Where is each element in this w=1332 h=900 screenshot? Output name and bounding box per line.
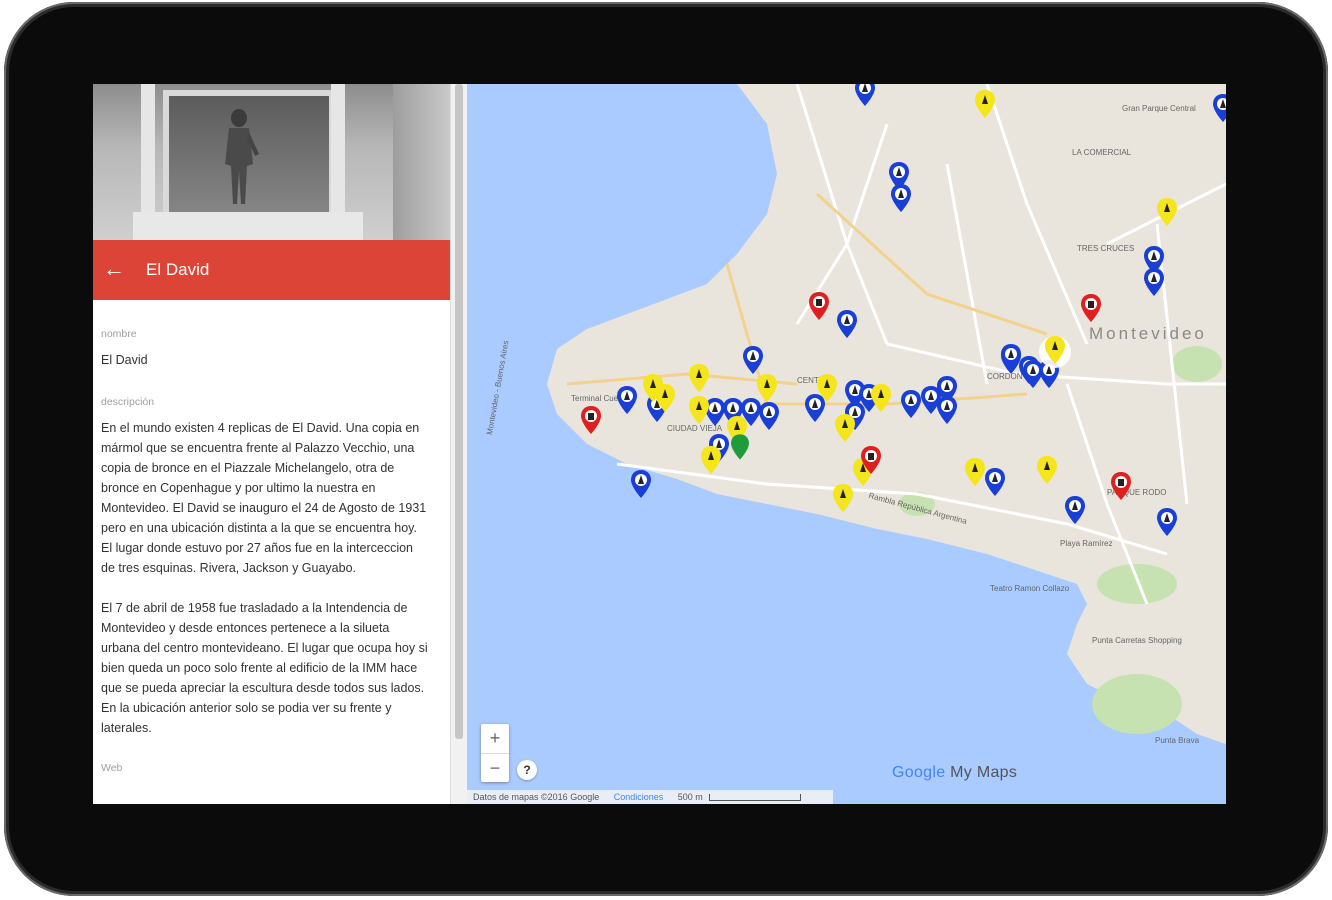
map-label: PARQUE RODO <box>1107 488 1167 497</box>
city-label: Montevideo <box>1089 324 1207 343</box>
map-label: LA COMERCIAL <box>1072 148 1132 157</box>
place-photo <box>93 84 450 240</box>
map-canvas <box>467 84 1226 804</box>
map-label: Teatro Ramon Collazo <box>990 584 1070 593</box>
terms-link[interactable]: Condiciones <box>614 792 664 802</box>
map-label: Terminal Cuelle <box>571 394 627 403</box>
description-paragraph: El 7 de abril de 1958 fue trasladado a l… <box>101 601 428 735</box>
map-label: CENTRO <box>797 376 831 385</box>
map-attribution: Datos de mapas ©2016 Google Condiciones … <box>467 790 833 804</box>
help-button[interactable]: ? <box>517 760 537 780</box>
map-label: CORDON <box>987 372 1023 381</box>
field-label-descripcion: descripción <box>101 396 155 408</box>
map-label: CIUDAD VIEJA <box>667 424 723 433</box>
field-label-web: Web <box>101 762 123 774</box>
field-value-nombre: El David <box>101 353 148 367</box>
map-label: Gran Parque Central <box>1122 104 1196 113</box>
map-label: Punta Carretas Shopping <box>1092 636 1182 645</box>
scrollbar-thumb[interactable] <box>455 84 463 739</box>
map-view[interactable]: LA COMERCIAL TRES CRUCES Gran Parque Cen… <box>467 84 1226 804</box>
zoom-control: + − <box>481 724 509 782</box>
scale-label: 500 m <box>677 792 703 802</box>
google-my-maps-logo: Google My Maps <box>892 764 1018 781</box>
page-title: El David <box>146 260 210 279</box>
statue-image <box>225 109 259 204</box>
arrow-back-icon[interactable]: ← <box>103 256 129 282</box>
field-label-nombre: nombre <box>101 328 137 340</box>
panel-scrollbar[interactable] <box>450 84 468 804</box>
zoom-in-button[interactable]: + <box>481 724 509 754</box>
description-paragraph: En el mundo existen 4 replicas de El Dav… <box>101 421 427 575</box>
map-label: TRES CRUCES <box>1077 244 1135 253</box>
map-data-credit: Datos de mapas ©2016 Google <box>473 792 600 802</box>
details-content: nombre El David descripción En el mundo … <box>101 324 429 784</box>
scale-bar <box>709 794 802 802</box>
app-screen: ← El David nombre El David descripción E… <box>93 84 1226 804</box>
title-bar: ← El David <box>93 240 450 300</box>
zoom-out-button[interactable]: − <box>481 754 509 783</box>
map-label: Punta Brava <box>1155 736 1200 745</box>
details-panel: ← El David nombre El David descripción E… <box>93 84 450 804</box>
map-label: Playa Ramírez <box>1060 539 1113 548</box>
